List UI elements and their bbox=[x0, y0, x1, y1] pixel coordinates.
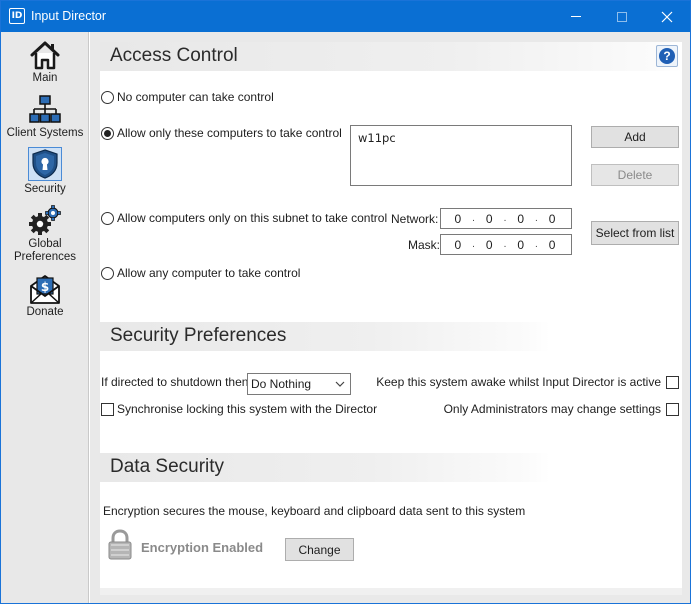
minimize-button[interactable] bbox=[553, 1, 599, 32]
radio-any-computer[interactable]: Allow any computer to take control bbox=[101, 266, 300, 280]
sync-lock-option[interactable]: Synchronise locking this system with the… bbox=[101, 402, 377, 416]
minimize-icon bbox=[571, 16, 581, 17]
maximize-button[interactable] bbox=[599, 1, 645, 32]
section-title: Access Control bbox=[110, 45, 238, 66]
ip-octet: 0 bbox=[517, 237, 525, 252]
help-icon: ? bbox=[659, 48, 675, 64]
encryption-description: Encryption secures the mouse, keyboard a… bbox=[103, 504, 526, 518]
home-icon bbox=[30, 41, 60, 70]
access-control-header: Access Control ? bbox=[100, 42, 682, 71]
admins-only-checkbox[interactable] bbox=[666, 402, 679, 416]
delete-button[interactable]: Delete bbox=[591, 164, 679, 186]
ip-octet: 0 bbox=[485, 237, 493, 252]
data-security-header: Data Security bbox=[100, 453, 550, 482]
radio-label: Allow any computer to take control bbox=[117, 266, 301, 280]
sidebar-item-donate[interactable]: $ Donate bbox=[1, 272, 89, 319]
select-from-list-button[interactable]: Select from list bbox=[591, 221, 679, 245]
encryption-status: Encryption Enabled bbox=[141, 540, 264, 555]
security-preferences-header: Security Preferences bbox=[100, 322, 550, 351]
app-window: ID Input Director Main Client Systems Se… bbox=[0, 0, 691, 604]
radio-button[interactable] bbox=[101, 211, 114, 225]
sidebar-item-label: Client Systems bbox=[6, 127, 84, 139]
keep-awake-option[interactable]: Keep this system awake whilst Input Dire… bbox=[376, 375, 679, 389]
radio-button[interactable] bbox=[101, 266, 114, 280]
gears-icon bbox=[29, 205, 61, 235]
shutdown-label: If directed to shutdown then bbox=[101, 375, 249, 389]
checkbox-label: Keep this system awake whilst Input Dire… bbox=[376, 375, 661, 389]
change-button[interactable]: Change bbox=[285, 538, 354, 561]
sidebar: Main Client Systems Security Global Pref… bbox=[1, 32, 89, 603]
shutdown-dropdown[interactable]: Do Nothing bbox=[247, 373, 351, 395]
help-button[interactable]: ? bbox=[656, 45, 678, 67]
sidebar-item-label: Security bbox=[24, 183, 66, 195]
selected-highlight bbox=[28, 147, 62, 181]
donate-envelope-icon: $ bbox=[30, 275, 60, 304]
allowed-computers-list[interactable]: w11pc bbox=[350, 125, 572, 186]
chevron-down-icon bbox=[335, 381, 345, 387]
list-item[interactable]: w11pc bbox=[358, 131, 396, 145]
dropdown-value: Do Nothing bbox=[251, 377, 312, 391]
network-ip-field[interactable]: 0. 0. 0. 0 bbox=[440, 208, 572, 229]
shield-lock-icon bbox=[32, 149, 58, 179]
add-button[interactable]: Add bbox=[591, 126, 679, 148]
mask-ip-field[interactable]: 0. 0. 0. 0 bbox=[440, 234, 572, 255]
section-title: Security Preferences bbox=[110, 325, 287, 346]
svg-text:$: $ bbox=[41, 280, 49, 294]
ip-octet: 0 bbox=[454, 237, 462, 252]
sidebar-item-label: Global Preferences bbox=[13, 238, 76, 263]
radio-subnet[interactable]: Allow computers only on this subnet to t… bbox=[101, 211, 387, 225]
padlock-icon bbox=[108, 529, 132, 560]
section-title: Data Security bbox=[110, 456, 225, 477]
admins-only-option[interactable]: Only Administrators may change settings bbox=[444, 402, 679, 416]
sidebar-item-label: Main bbox=[32, 72, 58, 84]
sidebar-item-client-systems[interactable]: Client Systems bbox=[1, 93, 89, 140]
panel-footer bbox=[100, 588, 682, 595]
radio-no-computer[interactable]: No computer can take control bbox=[101, 90, 274, 104]
sidebar-item-security[interactable]: Security bbox=[1, 147, 89, 196]
main-area: Access Control ? No computer can take co… bbox=[90, 32, 690, 603]
ip-octet: 0 bbox=[485, 211, 493, 226]
close-button[interactable] bbox=[644, 1, 690, 32]
close-icon bbox=[661, 11, 673, 22]
radio-label: No computer can take control bbox=[117, 90, 274, 104]
ip-octet: 0 bbox=[454, 211, 462, 226]
window-title: Input Director bbox=[31, 9, 107, 23]
network-label: Network: bbox=[391, 212, 439, 226]
checkbox-label: Synchronise locking this system with the… bbox=[117, 402, 378, 416]
maximize-icon bbox=[617, 11, 627, 22]
radio-label: Allow only these computers to take contr… bbox=[117, 126, 342, 140]
radio-allow-these[interactable]: Allow only these computers to take contr… bbox=[101, 126, 342, 140]
sync-lock-checkbox[interactable] bbox=[101, 402, 114, 416]
ip-octet: 0 bbox=[548, 211, 556, 226]
radio-label: Allow computers only on this subnet to t… bbox=[117, 211, 388, 225]
network-icon bbox=[29, 95, 61, 123]
app-icon: ID bbox=[9, 8, 25, 24]
security-panel: Access Control ? No computer can take co… bbox=[100, 42, 682, 595]
ip-octet: 0 bbox=[517, 211, 525, 226]
radio-button[interactable] bbox=[101, 126, 114, 140]
title-bar: ID Input Director bbox=[1, 1, 690, 32]
mask-label: Mask: bbox=[408, 238, 441, 252]
keep-awake-checkbox[interactable] bbox=[666, 375, 679, 389]
checkbox-label: Only Administrators may change settings bbox=[443, 402, 661, 416]
ip-octet: 0 bbox=[548, 237, 556, 252]
sidebar-item-global-preferences[interactable]: Global Preferences bbox=[1, 204, 89, 264]
radio-button[interactable] bbox=[101, 90, 114, 104]
sidebar-item-label: Donate bbox=[26, 306, 64, 318]
sidebar-item-main[interactable]: Main bbox=[1, 38, 89, 85]
